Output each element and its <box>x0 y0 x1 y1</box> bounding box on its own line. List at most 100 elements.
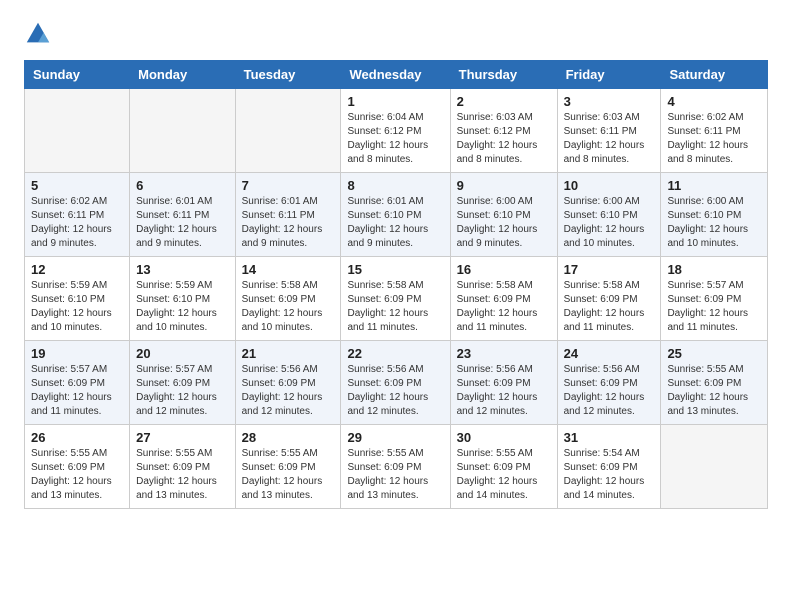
day-number: 30 <box>457 430 551 445</box>
calendar-day-cell: 4 Sunrise: 6:02 AM Sunset: 6:11 PM Daylig… <box>661 89 768 173</box>
day-info: Sunrise: 5:56 AM Sunset: 6:09 PM Dayligh… <box>242 363 335 419</box>
calendar-day-cell: 30 Sunrise: 5:55 AM Sunset: 6:09 PM Dayli… <box>450 425 557 509</box>
calendar-day-cell: 16 Sunrise: 5:58 AM Sunset: 6:09 PM Dayli… <box>450 257 557 341</box>
calendar-day-cell: 23 Sunrise: 5:56 AM Sunset: 6:09 PM Dayli… <box>450 341 557 425</box>
calendar-day-cell: 10 Sunrise: 6:00 AM Sunset: 6:10 PM Dayli… <box>557 173 661 257</box>
calendar-day-cell <box>130 89 235 173</box>
weekday-header-saturday: Saturday <box>661 61 768 89</box>
day-info: Sunrise: 5:57 AM Sunset: 6:09 PM Dayligh… <box>667 279 761 335</box>
day-number: 31 <box>564 430 655 445</box>
day-number: 19 <box>31 346 123 361</box>
day-number: 6 <box>136 178 228 193</box>
day-info: Sunrise: 5:55 AM Sunset: 6:09 PM Dayligh… <box>667 363 761 419</box>
day-number: 25 <box>667 346 761 361</box>
day-info: Sunrise: 6:00 AM Sunset: 6:10 PM Dayligh… <box>667 195 761 251</box>
day-info: Sunrise: 6:02 AM Sunset: 6:11 PM Dayligh… <box>667 111 761 167</box>
day-number: 10 <box>564 178 655 193</box>
calendar-day-cell: 1Sunrise: 6:04 AM Sunset: 6:12 PM Daylig… <box>341 89 450 173</box>
weekday-header-sunday: Sunday <box>25 61 130 89</box>
day-info: Sunrise: 5:54 AM Sunset: 6:09 PM Dayligh… <box>564 447 655 503</box>
page: SundayMondayTuesdayWednesdayThursdayFrid… <box>0 0 792 529</box>
day-info: Sunrise: 5:55 AM Sunset: 6:09 PM Dayligh… <box>242 447 335 503</box>
calendar-day-cell: 22 Sunrise: 5:56 AM Sunset: 6:09 PM Dayli… <box>341 341 450 425</box>
calendar-day-cell: 20 Sunrise: 5:57 AM Sunset: 6:09 PM Dayli… <box>130 341 235 425</box>
day-info: Sunrise: 5:59 AM Sunset: 6:10 PM Dayligh… <box>31 279 123 335</box>
weekday-header-thursday: Thursday <box>450 61 557 89</box>
calendar-day-cell: 19Sunrise: 5:57 AM Sunset: 6:09 PM Dayli… <box>25 341 130 425</box>
calendar-day-cell: 6 Sunrise: 6:01 AM Sunset: 6:11 PM Daylig… <box>130 173 235 257</box>
calendar-day-cell: 5 Sunrise: 6:02 AM Sunset: 6:11 PM Daylig… <box>25 173 130 257</box>
calendar-day-cell: 3 Sunrise: 6:03 AM Sunset: 6:11 PM Daylig… <box>557 89 661 173</box>
day-info: Sunrise: 5:56 AM Sunset: 6:09 PM Dayligh… <box>457 363 551 419</box>
calendar-table: SundayMondayTuesdayWednesdayThursdayFrid… <box>24 60 768 509</box>
day-info: Sunrise: 5:58 AM Sunset: 6:09 PM Dayligh… <box>347 279 443 335</box>
calendar-day-cell: 9 Sunrise: 6:00 AM Sunset: 6:10 PM Daylig… <box>450 173 557 257</box>
day-info: Sunrise: 6:01 AM Sunset: 6:11 PM Dayligh… <box>242 195 335 251</box>
calendar-day-cell: 31 Sunrise: 5:54 AM Sunset: 6:09 PM Dayli… <box>557 425 661 509</box>
day-number: 29 <box>347 430 443 445</box>
day-number: 3 <box>564 94 655 109</box>
day-info: Sunrise: 5:59 AM Sunset: 6:10 PM Dayligh… <box>136 279 228 335</box>
logo-icon <box>24 20 52 48</box>
day-number: 2 <box>457 94 551 109</box>
day-number: 13 <box>136 262 228 277</box>
day-info: Sunrise: 5:58 AM Sunset: 6:09 PM Dayligh… <box>242 279 335 335</box>
day-number: 26 <box>31 430 123 445</box>
day-info: Sunrise: 5:58 AM Sunset: 6:09 PM Dayligh… <box>457 279 551 335</box>
day-number: 21 <box>242 346 335 361</box>
day-number: 17 <box>564 262 655 277</box>
day-info: Sunrise: 5:55 AM Sunset: 6:09 PM Dayligh… <box>457 447 551 503</box>
calendar-day-cell: 2 Sunrise: 6:03 AM Sunset: 6:12 PM Daylig… <box>450 89 557 173</box>
calendar-week-row: 19 Sunrise: 5:57 AM Sunset: 6:09 PM Dayli… <box>25 341 768 425</box>
calendar-day-cell: 27 Sunrise: 5:55 AM Sunset: 6:09 PM Dayli… <box>130 425 235 509</box>
calendar-day-cell <box>661 425 768 509</box>
day-info: Sunrise: 6:04 AM Sunset: 6:12 PM Dayligh… <box>347 111 443 167</box>
day-info: Sunrise: 5:57 AM Sunset: 6:09 PM Dayligh… <box>136 363 228 419</box>
logo <box>24 20 58 48</box>
calendar-day-cell <box>235 89 341 173</box>
calendar-day-cell: 12Sunrise: 5:59 AM Sunset: 6:10 PM Dayli… <box>25 257 130 341</box>
day-number: 8 <box>347 178 443 193</box>
day-info: Sunrise: 5:55 AM Sunset: 6:09 PM Dayligh… <box>136 447 228 503</box>
day-info: Sunrise: 6:03 AM Sunset: 6:12 PM Dayligh… <box>457 111 551 167</box>
day-number: 28 <box>242 430 335 445</box>
day-number: 27 <box>136 430 228 445</box>
day-number: 24 <box>564 346 655 361</box>
calendar-day-cell <box>25 89 130 173</box>
weekday-header-tuesday: Tuesday <box>235 61 341 89</box>
day-number: 5 <box>31 178 123 193</box>
weekday-header-row: SundayMondayTuesdayWednesdayThursdayFrid… <box>25 61 768 89</box>
day-info: Sunrise: 5:56 AM Sunset: 6:09 PM Dayligh… <box>564 363 655 419</box>
day-info: Sunrise: 6:02 AM Sunset: 6:11 PM Dayligh… <box>31 195 123 251</box>
day-number: 20 <box>136 346 228 361</box>
calendar-day-cell: 8 Sunrise: 6:01 AM Sunset: 6:10 PM Daylig… <box>341 173 450 257</box>
day-number: 16 <box>457 262 551 277</box>
weekday-header-friday: Friday <box>557 61 661 89</box>
day-info: Sunrise: 5:55 AM Sunset: 6:09 PM Dayligh… <box>347 447 443 503</box>
calendar-week-row: 12Sunrise: 5:59 AM Sunset: 6:10 PM Dayli… <box>25 257 768 341</box>
calendar-week-row: 26 Sunrise: 5:55 AM Sunset: 6:09 PM Dayli… <box>25 425 768 509</box>
day-info: Sunrise: 6:00 AM Sunset: 6:10 PM Dayligh… <box>457 195 551 251</box>
calendar-day-cell: 28 Sunrise: 5:55 AM Sunset: 6:09 PM Dayli… <box>235 425 341 509</box>
day-info: Sunrise: 5:56 AM Sunset: 6:09 PM Dayligh… <box>347 363 443 419</box>
day-number: 11 <box>667 178 761 193</box>
day-number: 7 <box>242 178 335 193</box>
day-info: Sunrise: 6:03 AM Sunset: 6:11 PM Dayligh… <box>564 111 655 167</box>
calendar-day-cell: 21 Sunrise: 5:56 AM Sunset: 6:09 PM Dayli… <box>235 341 341 425</box>
calendar-day-cell: 24 Sunrise: 5:56 AM Sunset: 6:09 PM Dayli… <box>557 341 661 425</box>
calendar-day-cell: 29 Sunrise: 5:55 AM Sunset: 6:09 PM Dayli… <box>341 425 450 509</box>
day-info: Sunrise: 6:00 AM Sunset: 6:10 PM Dayligh… <box>564 195 655 251</box>
day-info: Sunrise: 5:58 AM Sunset: 6:09 PM Dayligh… <box>564 279 655 335</box>
calendar-day-cell: 11 Sunrise: 6:00 AM Sunset: 6:10 PM Dayli… <box>661 173 768 257</box>
day-number: 23 <box>457 346 551 361</box>
day-number: 9 <box>457 178 551 193</box>
calendar-day-cell: 18Sunrise: 5:57 AM Sunset: 6:09 PM Dayli… <box>661 257 768 341</box>
calendar-day-cell: 7 Sunrise: 6:01 AM Sunset: 6:11 PM Daylig… <box>235 173 341 257</box>
day-number: 22 <box>347 346 443 361</box>
weekday-header-monday: Monday <box>130 61 235 89</box>
calendar-day-cell: 14Sunrise: 5:58 AM Sunset: 6:09 PM Dayli… <box>235 257 341 341</box>
day-info: Sunrise: 6:01 AM Sunset: 6:11 PM Dayligh… <box>136 195 228 251</box>
calendar-day-cell: 13 Sunrise: 5:59 AM Sunset: 6:10 PM Dayli… <box>130 257 235 341</box>
day-number: 4 <box>667 94 761 109</box>
day-info: Sunrise: 6:01 AM Sunset: 6:10 PM Dayligh… <box>347 195 443 251</box>
